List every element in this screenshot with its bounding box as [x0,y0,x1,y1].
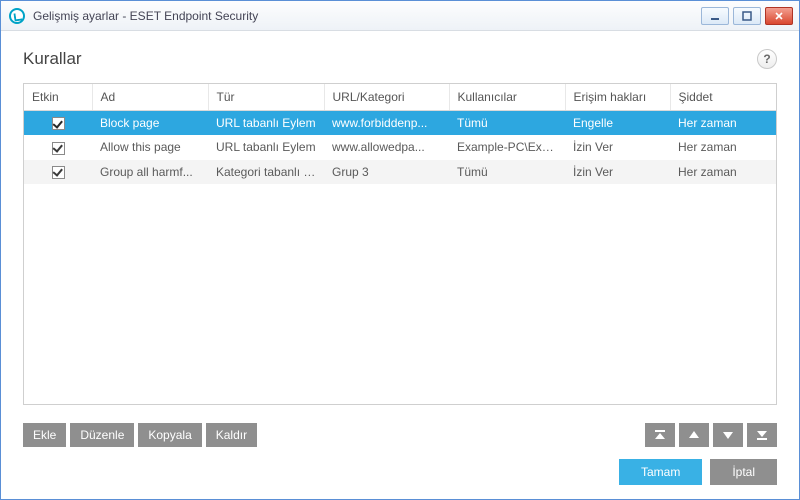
cell-tur: URL tabanlı Eylem [208,135,324,159]
cell-ad: Block page [92,111,208,136]
row-checkbox[interactable] [52,142,65,155]
col-siddet[interactable]: Şiddet [670,84,776,111]
cell-kullanicilar: Tümü [449,160,565,184]
close-icon [774,11,784,21]
cell-ad: Group all harmf... [92,160,208,184]
move-top-icon [654,429,666,441]
cell-kullanicilar: Tümü [449,111,565,136]
cell-tur: URL tabanlı Eylem [208,111,324,136]
help-button[interactable]: ? [757,49,777,69]
cell-url: Grup 3 [324,160,449,184]
edit-button[interactable]: Düzenle [70,423,134,447]
remove-button[interactable]: Kaldır [206,423,257,447]
cell-erisim: Engelle [565,111,670,136]
col-etkin[interactable]: Etkin [24,84,92,111]
titlebar: Gelişmiş ayarlar - ESET Endpoint Securit… [1,1,799,31]
cell-erisim: İzin Ver [565,160,670,184]
table-row[interactable]: Allow this pageURL tabanlı Eylemwww.allo… [24,135,776,159]
table-row[interactable]: Block pageURL tabanlı Eylemwww.forbidden… [24,111,776,136]
cell-siddet: Her zaman [670,160,776,184]
maximize-button[interactable] [733,7,761,25]
col-erisim[interactable]: Erişim hakları [565,84,670,111]
move-bottom-icon [756,429,768,441]
grid-toolbar: Ekle Düzenle Kopyala Kaldır [1,413,799,447]
window-frame: Gelişmiş ayarlar - ESET Endpoint Securit… [0,0,800,500]
dialog-footer: Tamam İptal [1,447,799,499]
move-up-button[interactable] [679,423,709,447]
minimize-icon [710,11,720,21]
window-title: Gelişmiş ayarlar - ESET Endpoint Securit… [33,9,701,23]
cancel-button[interactable]: İptal [710,459,777,485]
col-url[interactable]: URL/Kategori [324,84,449,111]
cell-ad: Allow this page [92,135,208,159]
help-icon: ? [763,52,770,66]
move-bottom-button[interactable] [747,423,777,447]
row-checkbox[interactable] [52,166,65,179]
window-buttons [701,7,793,25]
col-kullanicilar[interactable]: Kullanıcılar [449,84,565,111]
copy-button[interactable]: Kopyala [138,423,201,447]
rules-grid: Etkin Ad Tür URL/Kategori Kullanıcılar E… [23,83,777,405]
table-row[interactable]: Group all harmf...Kategori tabanlı E...G… [24,160,776,184]
move-down-button[interactable] [713,423,743,447]
move-up-icon [688,429,700,441]
cell-tur: Kategori tabanlı E... [208,160,324,184]
page-header: Kurallar ? [1,31,799,83]
page-title: Kurallar [23,49,757,69]
minimize-button[interactable] [701,7,729,25]
add-button[interactable]: Ekle [23,423,66,447]
cell-url: www.forbiddenp... [324,111,449,136]
move-down-icon [722,429,734,441]
content-area: Etkin Ad Tür URL/Kategori Kullanıcılar E… [1,83,799,413]
eset-app-icon [9,8,25,24]
cell-siddet: Her zaman [670,135,776,159]
cell-kullanicilar: Example-PC\Exa... [449,135,565,159]
ok-button[interactable]: Tamam [619,459,702,485]
col-tur[interactable]: Tür [208,84,324,111]
col-ad[interactable]: Ad [92,84,208,111]
cell-url: www.allowedpa... [324,135,449,159]
toolbar-left: Ekle Düzenle Kopyala Kaldır [23,423,257,447]
table-header-row: Etkin Ad Tür URL/Kategori Kullanıcılar E… [24,84,776,111]
cell-erisim: İzin Ver [565,135,670,159]
move-top-button[interactable] [645,423,675,447]
maximize-icon [742,11,752,21]
close-button[interactable] [765,7,793,25]
toolbar-right [645,423,777,447]
row-checkbox[interactable] [52,117,65,130]
cell-siddet: Her zaman [670,111,776,136]
rules-table: Etkin Ad Tür URL/Kategori Kullanıcılar E… [24,84,776,184]
